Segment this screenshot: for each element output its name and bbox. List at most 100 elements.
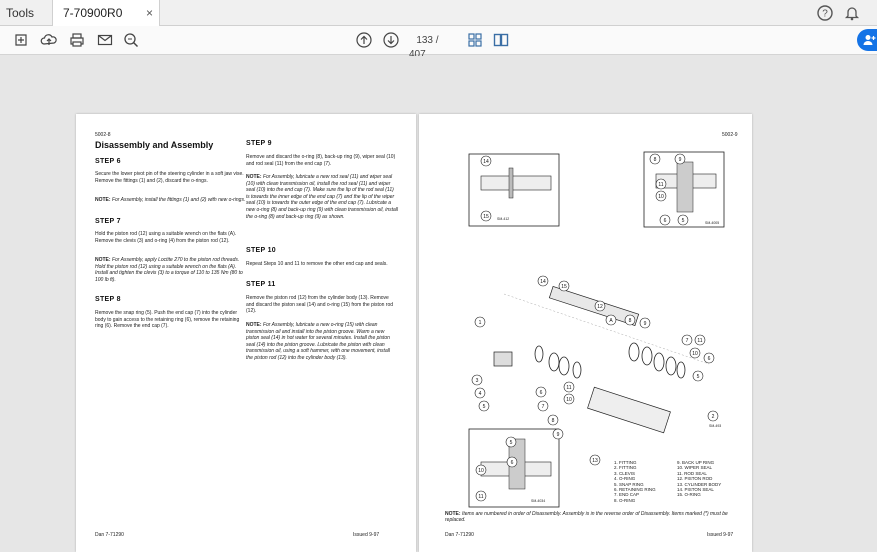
step10-text: Repeat Steps 10 and 11 to remove the oth…: [246, 261, 388, 267]
note-text: For Assembly, install the fittings (1) a…: [110, 197, 246, 203]
cylinder-body-part: [587, 386, 671, 434]
footer-left: Dan 7-71290: [445, 532, 474, 538]
callout-label: 8: [629, 318, 632, 324]
callout-label: 12: [597, 304, 603, 310]
callout-label: 11: [478, 494, 483, 500]
callout-label: 15: [561, 284, 567, 290]
legend-item: 15. O-RING: [677, 492, 701, 498]
toolbar: / 407: [0, 26, 877, 60]
note-text: For Assembly, lubricate a new rod seal (…: [246, 174, 399, 220]
clevis-part: [493, 351, 513, 367]
pdf-page-left: 5002-8 Disassembly and Assembly STEP 6 S…: [76, 114, 416, 552]
callout-label: 6: [708, 356, 711, 362]
callout-label: 9: [557, 432, 560, 438]
email-icon[interactable]: [96, 31, 114, 49]
share-user-icon: [863, 35, 876, 45]
note-label: NOTE:: [95, 197, 111, 203]
step9-note: NOTE: For Assembly, lubricate a new rod …: [246, 174, 398, 220]
figure-code: SM-4005: [705, 221, 719, 225]
callout-label: 10: [478, 468, 484, 474]
callout-label: 15: [483, 214, 489, 220]
step10-title: STEP 10: [246, 247, 276, 254]
callout-label: 5: [697, 374, 700, 380]
note-text: For Assembly, lubricate a new o-ring (15…: [246, 322, 390, 361]
step11-title: STEP 11: [246, 281, 276, 288]
exploded-diagram: SM-412 SM-4005 SM-493 SM-4034 14158 91110…: [468, 151, 725, 508]
tab-document[interactable]: 7-70900R0 guts.pdf ×: [52, 0, 160, 46]
page-heading: Disassembly and Assembly: [95, 140, 214, 150]
print-icon[interactable]: [68, 31, 86, 49]
step6-text: Secure the lower pivot pin of the steeri…: [95, 171, 244, 184]
callout-label: 10: [658, 194, 664, 200]
callout-label: 1: [479, 320, 482, 326]
callout-label: 10: [566, 397, 572, 403]
figure-code: SM-412: [497, 217, 509, 221]
step9-title: STEP 9: [246, 140, 272, 147]
callout-label: 7: [542, 404, 545, 410]
two-page-view-icon[interactable]: [492, 31, 510, 49]
callout-label: 11: [658, 182, 663, 188]
inset-seal: [508, 167, 514, 199]
upload-cloud-icon[interactable]: [40, 31, 58, 49]
callout-label: 14: [483, 159, 489, 165]
current-page-input[interactable]: [409, 32, 433, 49]
callout-label: 4: [479, 391, 482, 397]
callout-label: 6: [540, 390, 543, 396]
previous-page-icon[interactable]: [355, 31, 373, 49]
callout-label: 11: [566, 385, 571, 391]
step11-text: Remove the piston rod (12) from the cyli…: [246, 295, 394, 315]
callout-label: 2: [712, 414, 715, 420]
help-icon[interactable]: ?: [816, 4, 834, 22]
pdf-page-right: 5002-9 SM-412 SM-4005 SM-493 SM-4034 14 …: [419, 114, 752, 552]
callout-label: 5: [483, 404, 486, 410]
note-text: Items are numbered in order of Disassemb…: [445, 511, 728, 523]
callout-label: 11: [697, 338, 702, 344]
svg-text:?: ?: [822, 9, 828, 20]
callout-label: 9: [644, 321, 647, 327]
note-label: NOTE:: [246, 174, 262, 180]
callout-label: 8: [552, 418, 555, 424]
section-number: 5002-9: [722, 132, 738, 138]
step7-title: STEP 7: [95, 218, 121, 225]
step6-title: STEP 6: [95, 158, 121, 165]
callout-label: 5: [510, 440, 513, 446]
create-icon[interactable]: [12, 31, 30, 49]
page-separator: /: [435, 35, 439, 46]
step8-text: Remove the snap ring (5). Push the end c…: [95, 310, 240, 330]
footer-right: Issued 9-97: [707, 532, 734, 538]
step11-note: NOTE: For Assembly, lubricate a new o-ri…: [246, 322, 398, 362]
share-button[interactable]: [857, 29, 877, 51]
step6-note: NOTE: For Assembly, install the fittings…: [95, 197, 247, 204]
notification-bell-icon[interactable]: [843, 4, 861, 22]
search-icon[interactable]: [122, 31, 140, 49]
parts-legend-col2: 9. BACK UP RING 10. WIPER SEAL 11. ROD S…: [677, 460, 721, 498]
step8-title: STEP 8: [95, 296, 121, 303]
note-label: NOTE:: [246, 322, 262, 328]
note-label: NOTE:: [95, 257, 111, 263]
callout-label: 5: [682, 218, 685, 224]
callout-label: 8: [654, 157, 657, 163]
parts-legend-col1: 1. FITTING 2. FITTING 3. CLEVIS 4. O-RIN…: [614, 460, 656, 503]
next-page-icon[interactable]: [382, 31, 400, 49]
inset-cap-body: [676, 161, 694, 213]
page-layout-icon[interactable]: [466, 31, 484, 49]
seal-rings: [534, 342, 686, 379]
step7-text: Hold the piston rod (12) using a suitabl…: [95, 231, 237, 244]
page-note: NOTE: Items are numbered in order of Dis…: [445, 511, 735, 523]
tab-bar: Tools 7-70900R0 guts.pdf × ?: [0, 0, 877, 46]
close-tab-icon[interactable]: ×: [146, 0, 153, 26]
figure-code: SM-493: [709, 424, 721, 428]
inset-rod: [480, 175, 552, 191]
document-viewer[interactable]: 5002-8 Disassembly and Assembly STEP 6 S…: [0, 56, 877, 552]
tab-tools[interactable]: Tools: [0, 0, 52, 26]
note-text: For Assembly, apply Loctite 270 to the p…: [95, 257, 243, 283]
callout-label: 3: [476, 378, 479, 384]
callout-label: 10: [692, 351, 698, 357]
legend-item: 8. O-RING: [614, 497, 636, 503]
footer-left: Dan 7-71290: [95, 532, 124, 538]
step9-text: Remove and discard the o-ring (8), back-…: [246, 154, 396, 167]
step7-note: NOTE: For Assembly, apply Loctite 270 to…: [95, 257, 247, 283]
footer-right: Issued 9-97: [353, 532, 380, 538]
callout-label: 6: [511, 460, 514, 466]
callout-label: 14: [540, 279, 546, 285]
